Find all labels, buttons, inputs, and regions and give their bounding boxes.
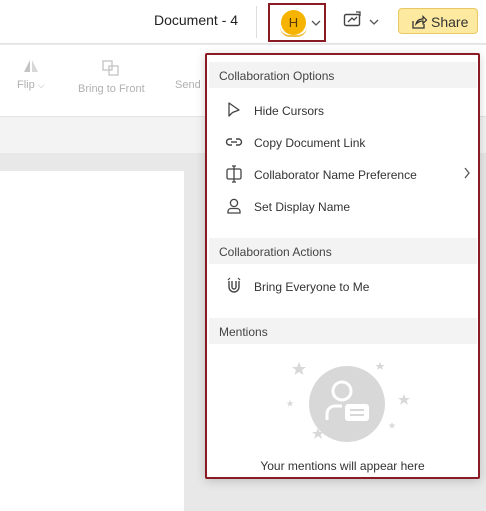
chevron-right-icon: [464, 167, 470, 179]
chevron-down-icon: [369, 19, 379, 25]
send-button[interactable]: Send: [175, 59, 201, 91]
hide-cursors-item[interactable]: Hide Cursors: [209, 95, 477, 125]
cursor-icon: [228, 102, 240, 117]
collaborator-name-preference-item[interactable]: Collaborator Name Preference: [209, 159, 477, 189]
document-title[interactable]: Document - 4: [154, 12, 238, 28]
avatar-ring: [280, 27, 307, 37]
chevron-down-icon: [311, 20, 321, 26]
set-display-name-label: Set Display Name: [254, 200, 351, 214]
link-icon: [225, 138, 243, 146]
collaboration-panel: Collaboration Options Hide Cursors Copy …: [205, 53, 480, 479]
bring-everyone-to-me-item[interactable]: Bring Everyone to Me: [209, 271, 477, 301]
bring-to-front-icon: [102, 60, 119, 76]
document-page[interactable]: [0, 171, 184, 511]
send-label: Send: [175, 79, 201, 91]
name-preference-icon: [226, 165, 242, 183]
user-icon: [227, 198, 241, 214]
flip-icon: [23, 60, 38, 72]
bring-to-front-button[interactable]: Bring to Front: [78, 59, 145, 95]
collaboration-options-heading: Collaboration Options: [209, 62, 477, 88]
present-icon: [343, 11, 361, 27]
present-button[interactable]: [343, 11, 381, 33]
flip-label: Flip: [17, 79, 35, 91]
share-label: Share: [431, 14, 469, 30]
top-bar: Document - 4 H Share: [0, 0, 486, 44]
bring-everyone-to-me-label: Bring Everyone to Me: [254, 280, 370, 294]
share-button[interactable]: Share: [398, 8, 478, 34]
mentions-heading: Mentions: [209, 318, 477, 344]
collaboration-menu-button[interactable]: H: [268, 3, 326, 42]
share-icon: [412, 15, 427, 29]
magnet-icon: [227, 277, 241, 293]
copy-document-link-label: Copy Document Link: [254, 136, 366, 150]
collaborator-name-preference-label: Collaborator Name Preference: [254, 168, 417, 182]
mentions-empty-icon: [286, 362, 410, 442]
copy-document-link-item[interactable]: Copy Document Link: [209, 127, 477, 157]
mentions-empty-text: Your mentions will appear here: [260, 459, 425, 473]
flip-button[interactable]: Flip ⌵: [17, 59, 45, 91]
hide-cursors-label: Hide Cursors: [254, 104, 325, 118]
divider: [256, 6, 257, 38]
collaboration-actions-heading: Collaboration Actions: [209, 238, 477, 264]
set-display-name-item[interactable]: Set Display Name: [209, 191, 477, 221]
bring-to-front-label: Bring to Front: [78, 83, 145, 95]
